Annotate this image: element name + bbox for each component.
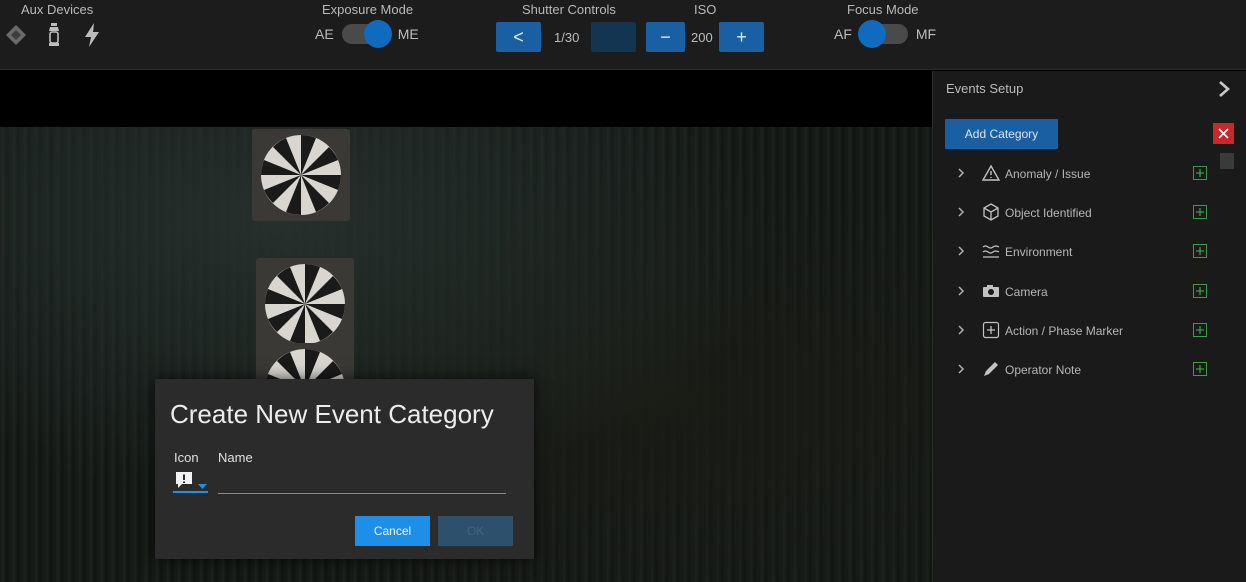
iso-label: ISO [694, 2, 717, 17]
chevron-right-icon[interactable] [956, 284, 966, 298]
add-subcategory-icon[interactable] [1193, 166, 1207, 180]
icon-picker-dropdown[interactable] [173, 469, 208, 493]
exposure-ae-label: AE [315, 26, 334, 42]
aux-devices-icons [4, 22, 104, 48]
waves-icon [981, 241, 1001, 261]
category-label: Object Identified [1005, 206, 1092, 220]
aux-devices-label: Aux Devices [21, 2, 94, 17]
add-subcategory-icon[interactable] [1193, 205, 1207, 219]
category-label: Camera [1005, 285, 1048, 299]
plus-box-icon [981, 320, 1001, 340]
name-input[interactable] [218, 475, 506, 494]
add-category-button[interactable]: Add Category [945, 119, 1058, 149]
category-row-operator-note[interactable]: Operator Note [933, 355, 1223, 385]
exposure-mode-toggle-group: AE ME [315, 20, 419, 48]
flash-icon[interactable] [80, 22, 104, 48]
create-category-dialog: Create New Event Category Icon Name Canc… [155, 379, 534, 559]
events-setup-panel: Events Setup Add Category Anomaly / Issu… [932, 71, 1246, 582]
category-label: Action / Phase Marker [1005, 324, 1124, 338]
focus-mode-label: Focus Mode [847, 2, 919, 17]
category-row-object[interactable]: Object Identified [933, 198, 1223, 228]
category-row-environment[interactable]: Environment [933, 237, 1223, 267]
ok-button[interactable]: OK [438, 516, 513, 546]
dialog-title: Create New Event Category [170, 399, 494, 429]
category-label: Anomaly / Issue [1005, 167, 1091, 181]
category-row-action[interactable]: Action / Phase Marker [933, 316, 1223, 346]
add-subcategory-icon[interactable] [1193, 284, 1207, 298]
toggle-knob [857, 20, 886, 48]
chevron-right-icon[interactable] [956, 166, 966, 180]
calibration-target [256, 258, 354, 350]
camera-icon [981, 281, 1001, 301]
diamond-icon[interactable] [4, 22, 28, 48]
add-subcategory-icon[interactable] [1193, 244, 1207, 258]
lantern-icon[interactable] [42, 22, 66, 48]
chevron-right-icon[interactable] [956, 323, 966, 337]
focus-mode-toggle-group: AF MF [834, 20, 937, 48]
focus-mode-toggle[interactable] [857, 20, 908, 48]
chevron-right-icon[interactable] [956, 244, 966, 258]
alert-bubble-icon [175, 471, 193, 494]
exposure-mode-label: Exposure Mode [322, 2, 414, 17]
cancel-button[interactable]: Cancel [355, 516, 430, 546]
exposure-mode-toggle[interactable] [341, 20, 392, 48]
add-subcategory-icon[interactable] [1193, 323, 1207, 337]
add-subcategory-icon[interactable] [1193, 362, 1207, 376]
pencil-icon [981, 359, 1001, 379]
chevron-right-icon[interactable] [956, 205, 966, 219]
chevron-right-icon[interactable] [956, 362, 966, 376]
shutter-value: 1/30 [554, 30, 580, 45]
name-field-label: Name [218, 450, 253, 465]
cube-icon [981, 202, 1001, 222]
focus-af-label: AF [834, 26, 852, 42]
category-row-camera[interactable]: Camera [933, 277, 1223, 307]
caret-down-icon [198, 477, 207, 495]
focus-mf-label: MF [915, 26, 937, 42]
iso-minus-button[interactable]: − [646, 22, 685, 52]
toggle-knob [363, 20, 392, 48]
category-label: Environment [1005, 245, 1073, 259]
category-label: Operator Note [1005, 363, 1082, 377]
category-row-anomaly[interactable]: Anomaly / Issue [933, 159, 1223, 189]
shutter-prev-button[interactable]: < [496, 22, 541, 52]
icon-field-label: Icon [174, 450, 199, 465]
iso-value: 200 [691, 30, 713, 45]
exposure-me-label: ME [397, 26, 419, 42]
top-toolbar: Aux Devices Exposure Mode AE ME Shutter … [0, 0, 1246, 70]
shutter-next-button[interactable] [591, 22, 636, 52]
video-header-strip [0, 71, 932, 127]
shutter-controls-label: Shutter Controls [522, 2, 616, 17]
iso-plus-button[interactable]: + [719, 22, 764, 52]
panel-title: Events Setup [946, 81, 1024, 96]
close-icon[interactable] [1213, 123, 1234, 144]
chevron-right-icon[interactable] [1216, 80, 1232, 98]
warning-triangle-icon [981, 163, 1001, 183]
calibration-target [252, 129, 350, 221]
